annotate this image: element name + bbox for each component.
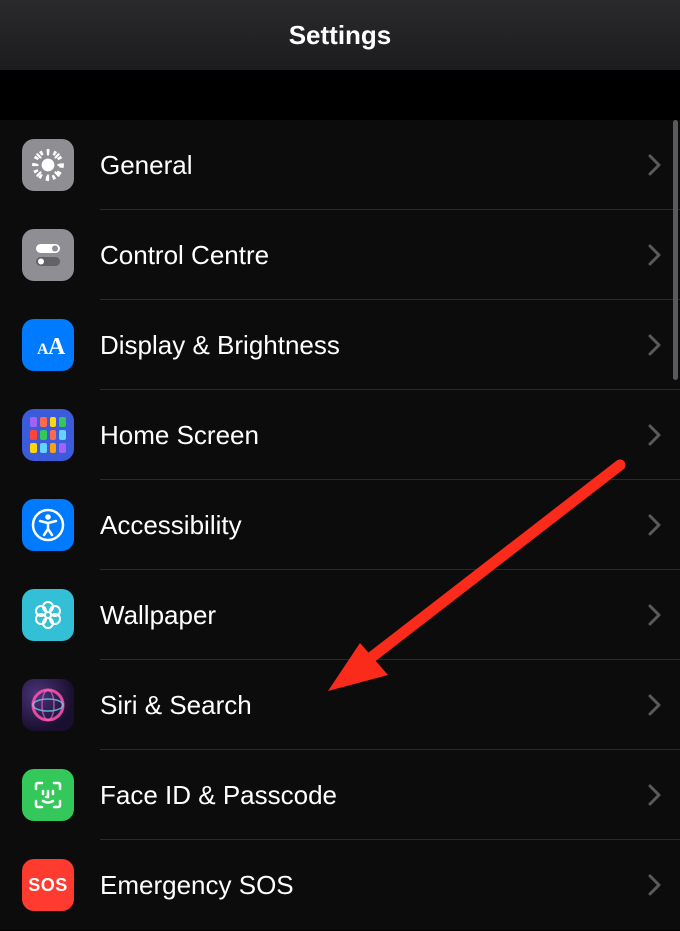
chevron-right-icon [648, 244, 662, 266]
navbar: Settings [0, 0, 680, 70]
row-label: General [100, 150, 648, 181]
chevron-right-icon [648, 424, 662, 446]
settings-item-home-screen[interactable]: Home Screen [0, 390, 680, 480]
siri-icon [22, 679, 74, 731]
gear-icon [22, 139, 74, 191]
chevron-right-icon [648, 514, 662, 536]
row-label: Siri & Search [100, 690, 648, 721]
settings-list: General Control Centre A A Display & B [0, 120, 680, 930]
settings-item-emergency-sos[interactable]: SOS Emergency SOS [0, 840, 680, 930]
switches-icon [22, 229, 74, 281]
row-label: Wallpaper [100, 600, 648, 631]
row-label: Home Screen [100, 420, 648, 451]
svg-text:A: A [48, 334, 66, 360]
settings-item-control-centre[interactable]: Control Centre [0, 210, 680, 300]
scrollbar[interactable] [673, 120, 678, 380]
settings-item-accessibility[interactable]: Accessibility [0, 480, 680, 570]
row-label: Emergency SOS [100, 870, 648, 901]
settings-item-display-brightness[interactable]: A A Display & Brightness [0, 300, 680, 390]
settings-item-siri-search[interactable]: Siri & Search [0, 660, 680, 750]
chevron-right-icon [648, 154, 662, 176]
row-label: Accessibility [100, 510, 648, 541]
settings-item-wallpaper[interactable]: Wallpaper [0, 570, 680, 660]
chevron-right-icon [648, 784, 662, 806]
faceid-icon [22, 769, 74, 821]
sos-icon: SOS [22, 859, 74, 911]
row-label: Face ID & Passcode [100, 780, 648, 811]
text-size-icon: A A [22, 319, 74, 371]
accessibility-icon [22, 499, 74, 551]
page-title: Settings [289, 20, 392, 51]
settings-item-general[interactable]: General [0, 120, 680, 210]
section-gap [0, 70, 680, 120]
settings-item-faceid-passcode[interactable]: Face ID & Passcode [0, 750, 680, 840]
chevron-right-icon [648, 874, 662, 896]
row-label: Display & Brightness [100, 330, 648, 361]
home-grid-icon [22, 409, 74, 461]
flower-icon [22, 589, 74, 641]
chevron-right-icon [648, 694, 662, 716]
chevron-right-icon [648, 604, 662, 626]
chevron-right-icon [648, 334, 662, 356]
row-label: Control Centre [100, 240, 648, 271]
